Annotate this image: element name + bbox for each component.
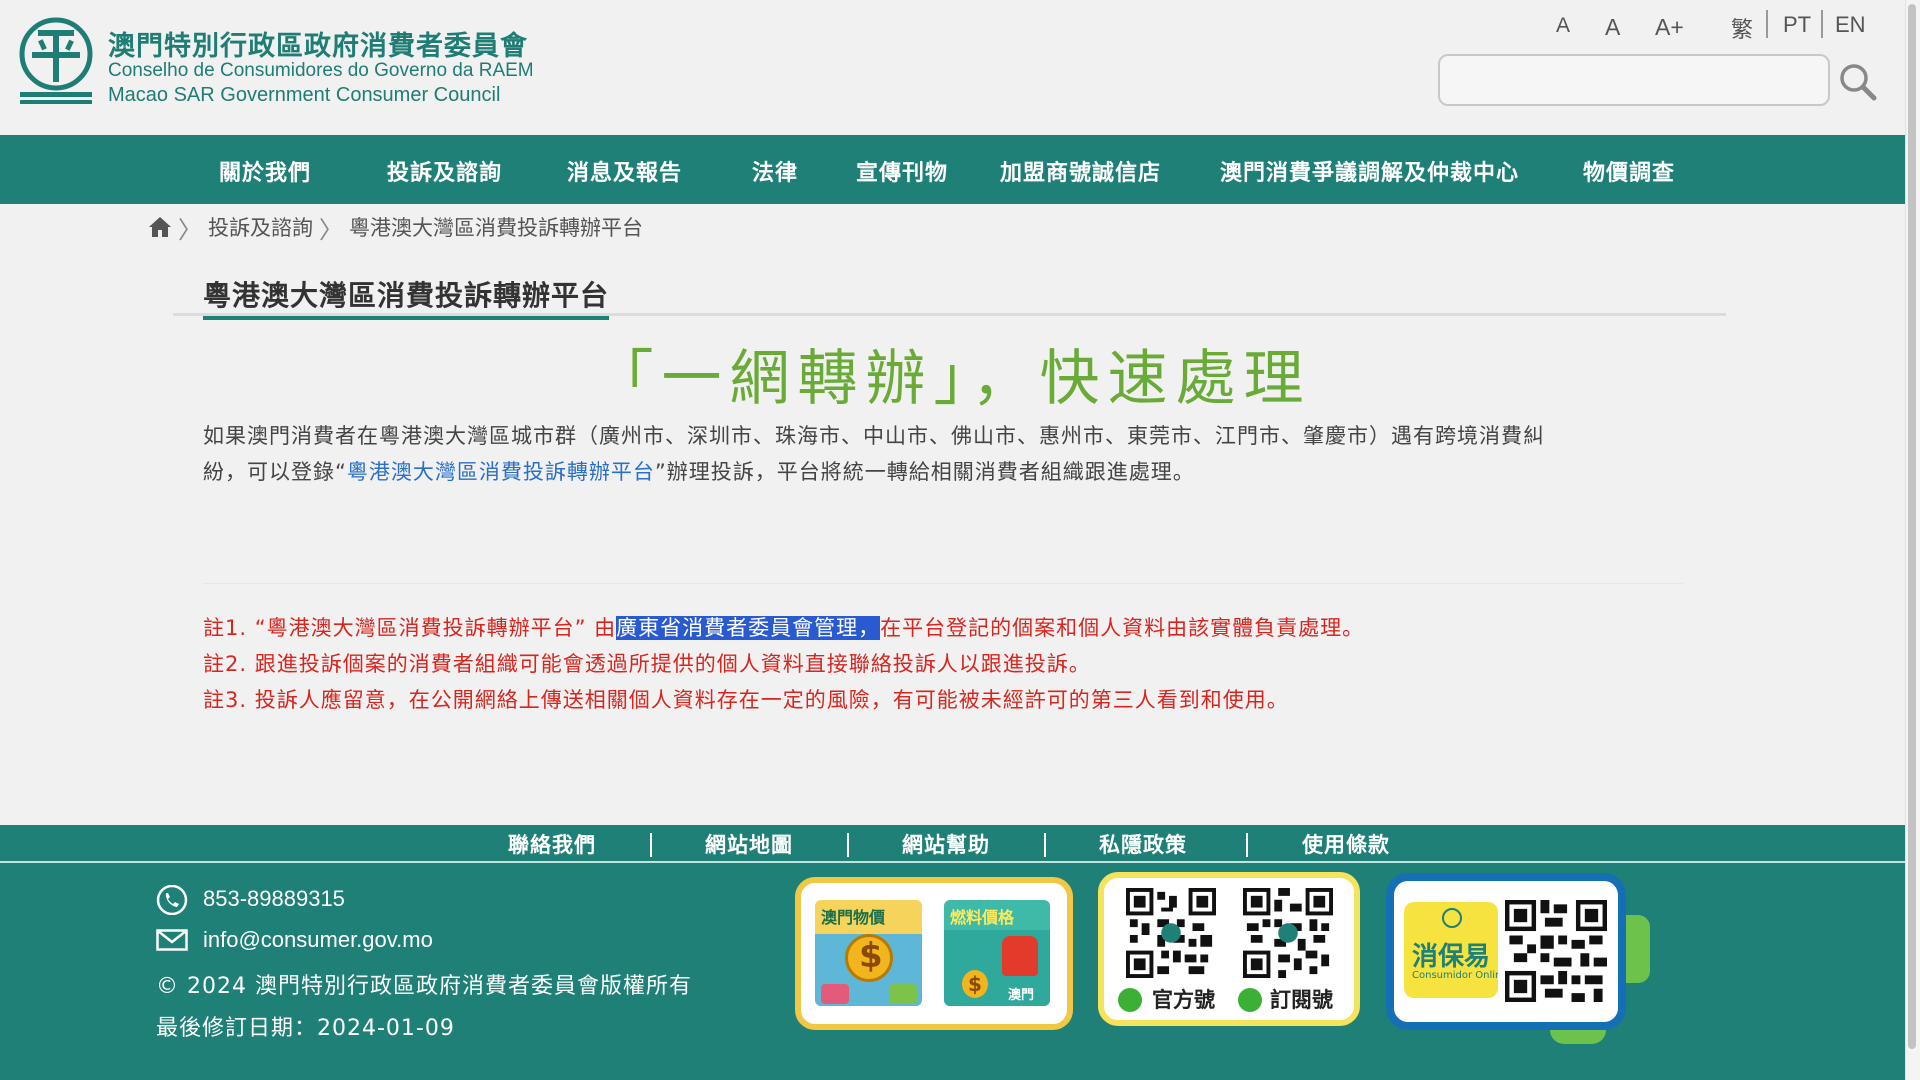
footer-link-contact[interactable]: 聯絡我們: [508, 829, 596, 859]
nav-item-complaints[interactable]: 投訴及諮詢: [387, 155, 502, 187]
footer-link-help[interactable]: 網站幫助: [902, 829, 990, 859]
intro-text: 如果澳門消費者在粵港澳大灣區城市群（廣州市、深圳市、珠海市、中山市、佛山市、惠州…: [203, 424, 1545, 448]
footer-link-divider: [847, 833, 849, 857]
font-size-medium-button[interactable]: A: [1605, 14, 1620, 41]
macau-prices-tile[interactable]: $ 澳門物價: [815, 900, 922, 1006]
footer-link-divider: [1044, 833, 1046, 857]
breadcrumb-separator: 〉: [178, 215, 202, 244]
nav-item-law[interactable]: 法律: [752, 155, 798, 187]
dollar-icon: $: [859, 936, 883, 976]
wechat-icon: [1118, 988, 1142, 1012]
note-2: 註2. 跟進投訴個案的消費者組織可能會透過所提供的個人資料直接聯絡投訴人以跟進投…: [203, 652, 1091, 676]
app-card-tab: [1622, 915, 1650, 983]
footer-link-divider: [1246, 833, 1248, 857]
footer-email[interactable]: info@consumer.gov.mo: [203, 927, 433, 953]
search-icon[interactable]: [1838, 62, 1878, 102]
lang-divider: [1821, 10, 1823, 38]
wechat-subscription-qr-icon[interactable]: [1242, 888, 1334, 978]
note-3: 註3. 投訴人應留意，在公開網絡上傳送相關個人資料存在一定的風險，有可能被未經許…: [203, 688, 1289, 712]
intro-text: 紛，可以登錄“: [203, 460, 347, 484]
org-name-en: Macao SAR Government Consumer Council: [108, 84, 501, 106]
site-header: 澳門特別行政區政府消費者委員會 Conselho de Consumidores…: [0, 0, 1905, 135]
breadcrumb: 〉 投訴及諮詢 〉 粵港澳大灣區消費投訴轉辦平台: [148, 211, 643, 244]
wechat-official-label: 官方號: [1152, 988, 1215, 1012]
note-1: 註1. “粵港澳大灣區消費投訴轉辦平台” 由廣東省消費者委員會管理，在平台登記的…: [203, 612, 1364, 642]
footer-link-privacy[interactable]: 私隱政策: [1099, 829, 1187, 859]
nav-item-price-survey[interactable]: 物價調查: [1583, 155, 1675, 187]
breadcrumb-item-current: 粵港澳大灣區消費投訴轉辦平台: [349, 216, 643, 240]
lang-pt-button[interactable]: PT: [1783, 12, 1811, 38]
gba-platform-link[interactable]: 粵港澳大灣區消費投訴轉辦平台: [347, 460, 655, 484]
search-box: [1438, 54, 1830, 106]
wechat-icon: [1238, 988, 1262, 1012]
footer-last-updated: 最後修訂日期：2024-01-09: [156, 1016, 455, 1041]
home-icon[interactable]: [148, 216, 172, 238]
wechat-subscription-label: 訂閱號: [1270, 988, 1333, 1012]
search-input[interactable]: [1440, 56, 1828, 104]
lang-tc-button[interactable]: 繁: [1731, 12, 1753, 44]
note-text: 在平台登記的個案和個人資料由該實體負責處理。: [880, 616, 1365, 640]
nav-item-news[interactable]: 消息及報告: [567, 155, 682, 187]
page-scrollbar-thumb[interactable]: [1908, 4, 1916, 1049]
font-size-small-button[interactable]: A: [1556, 14, 1570, 38]
breadcrumb-separator: 〉: [319, 215, 343, 244]
lang-en-button[interactable]: EN: [1835, 12, 1866, 38]
wechat-official-qr-icon[interactable]: [1125, 888, 1217, 978]
content-divider: [203, 583, 1683, 584]
nav-item-arbitration-center[interactable]: 澳門消費爭議調解及仲裁中心: [1220, 155, 1519, 187]
footer-link-terms[interactable]: 使用條款: [1302, 829, 1390, 859]
footer-copyright: © 2024 澳門特別行政區政府消費者委員會版權所有: [156, 974, 692, 999]
phone-icon: [156, 885, 188, 915]
nav-item-certified-shops[interactable]: 加盟商號誠信店: [1000, 155, 1161, 187]
slogan: 「一網轉辦」，快速處理: [593, 344, 1312, 414]
mail-icon: [156, 929, 188, 951]
app-download-qr-icon[interactable]: [1504, 900, 1608, 1002]
fuel-prices-sub: 澳門: [1008, 988, 1035, 1003]
selected-text: 廣東省消費者委員會管理，: [616, 616, 881, 640]
consumer-online-app-icon[interactable]: 消保易 Consumidor Online: [1404, 902, 1498, 998]
footer-links-bar: 聯絡我們 網站地圖 網站幫助 私隱政策 使用條款: [0, 825, 1905, 863]
fuel-prices-label: 燃料價格: [950, 908, 1015, 927]
footer-link-divider: [650, 833, 652, 857]
app-subtitle: Consumidor Online: [1412, 970, 1498, 981]
org-name-zh: 澳門特別行政區政府消費者委員會: [108, 31, 528, 62]
lang-divider: [1766, 10, 1768, 38]
fuel-prices-tile[interactable]: $ 燃料價格 澳門: [944, 900, 1050, 1006]
nav-item-about[interactable]: 關於我們: [219, 155, 311, 187]
note-text: 註1. “粵港澳大灣區消費投訴轉辦平台” 由: [203, 616, 617, 640]
intro-text: ”辦理投訴，平台將統一轉給相關消費者組織跟進處理。: [654, 460, 1195, 484]
footer-link-sitemap[interactable]: 網站地圖: [705, 829, 793, 859]
intro-paragraph: 如果澳門消費者在粵港澳大灣區城市群（廣州市、深圳市、珠海市、中山市、佛山市、惠州…: [203, 418, 1683, 490]
org-name-pt: Conselho de Consumidores do Governo da R…: [108, 60, 534, 81]
footer-phone: 853-89889315: [203, 886, 345, 911]
font-size-large-button[interactable]: A+: [1655, 14, 1684, 41]
dollar-icon: $: [968, 972, 982, 996]
breadcrumb-item-complaints[interactable]: 投訴及諮詢: [208, 212, 313, 242]
macau-prices-label: 澳門物價: [821, 908, 886, 927]
main-nav: 關於我們 投訴及諮詢 消息及報告 法律 宣傳刊物 加盟商號誠信店 澳門消費爭議調…: [0, 135, 1905, 204]
title-divider: [173, 313, 1726, 316]
app-name: 消保易: [1412, 942, 1491, 972]
consumer-council-logo-icon[interactable]: [18, 16, 94, 104]
nav-item-publications[interactable]: 宣傳刊物: [856, 155, 948, 187]
